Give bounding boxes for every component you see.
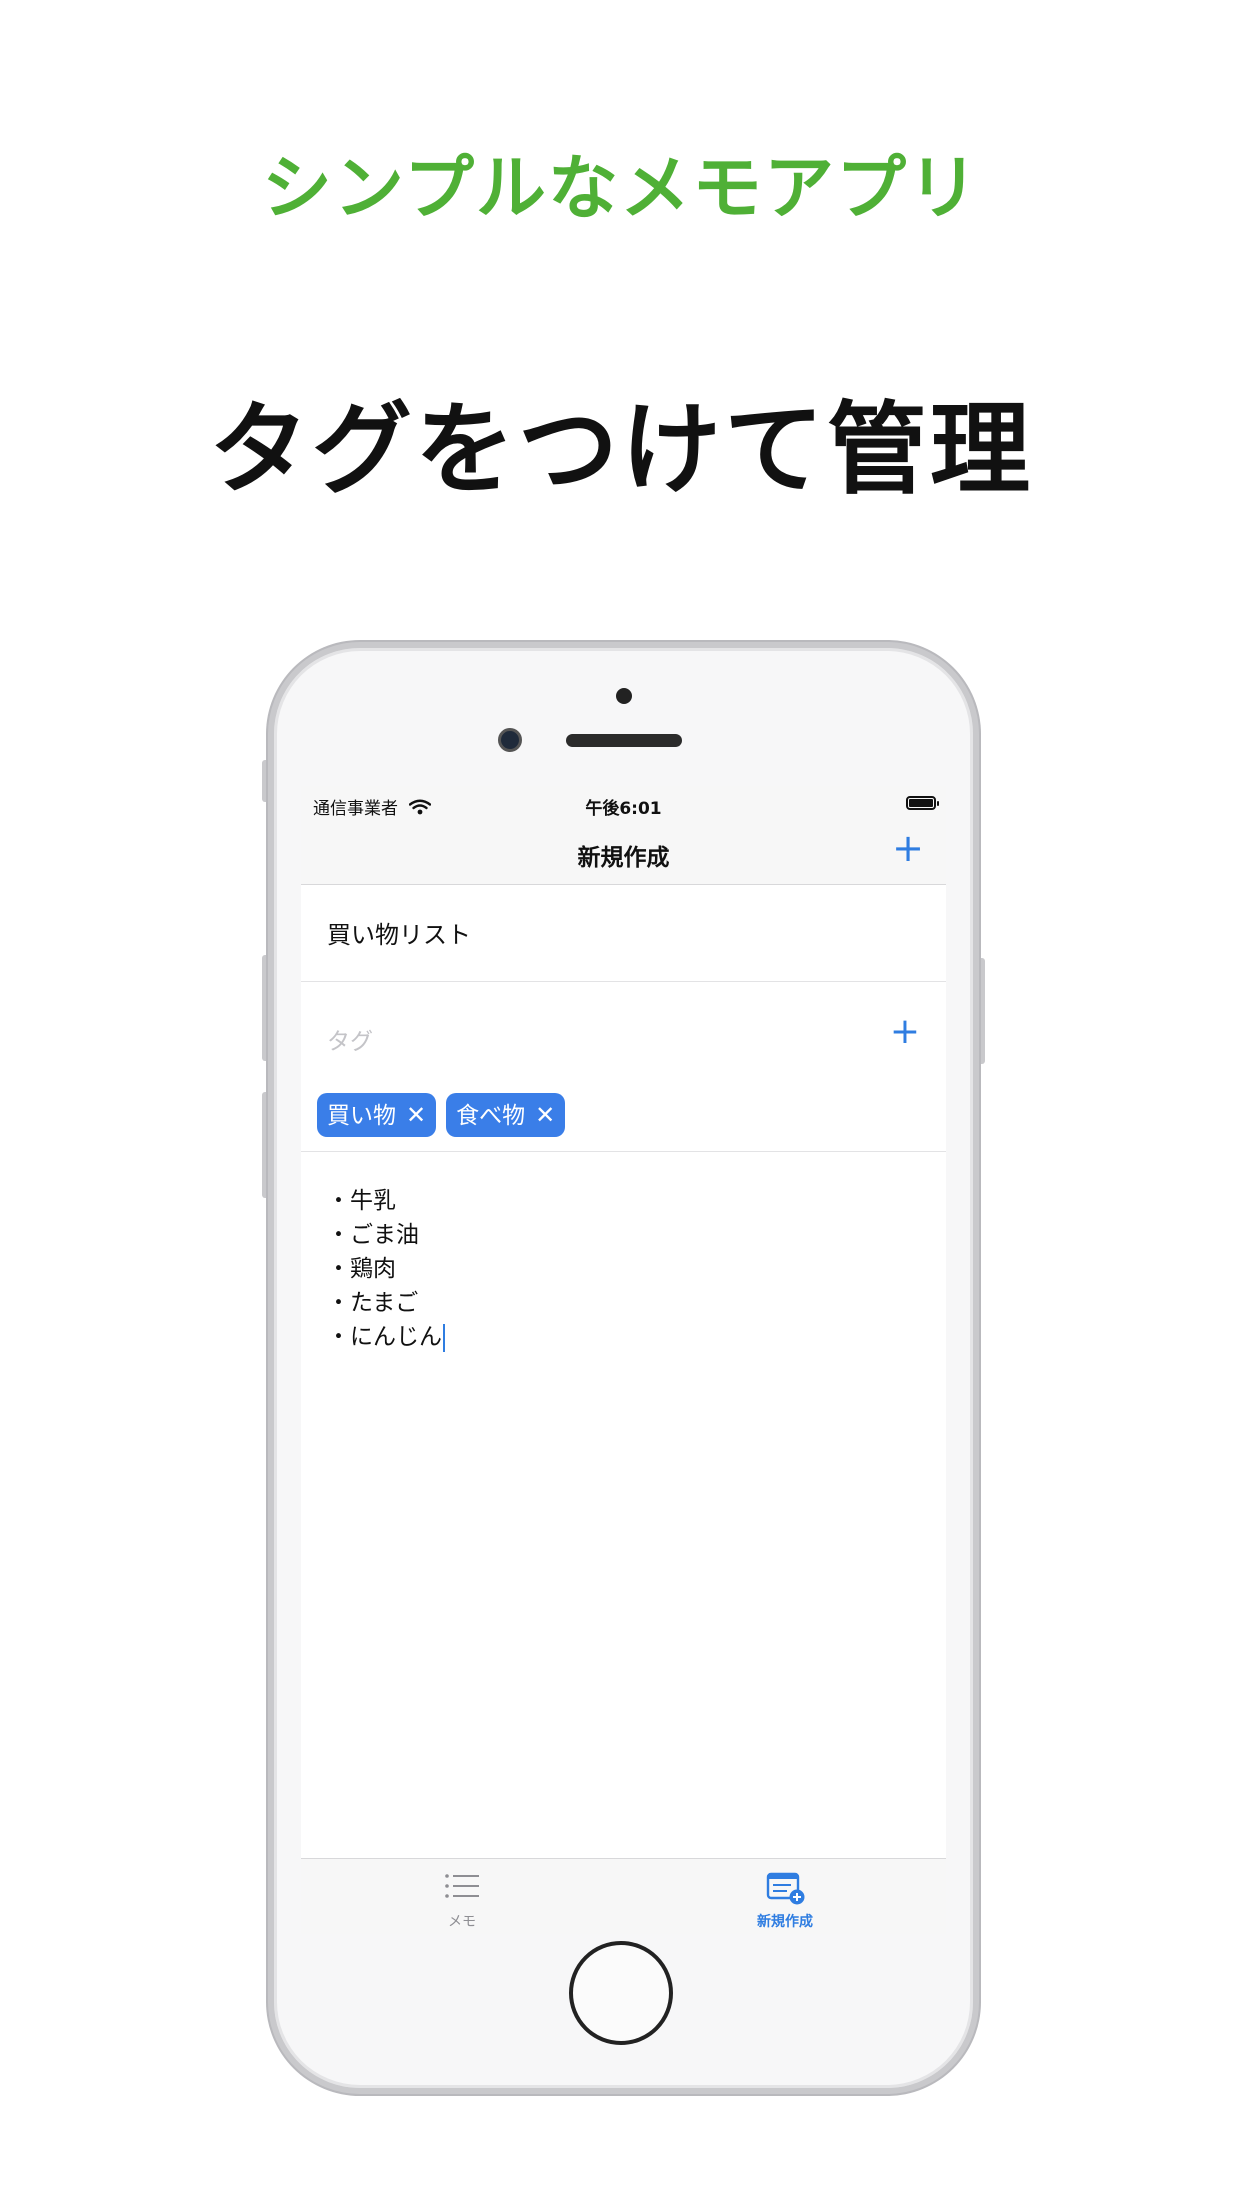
remove-tag-icon[interactable]: ✕ bbox=[535, 1093, 555, 1137]
text-cursor bbox=[443, 1323, 445, 1352]
memo-line: ・ごま油 bbox=[327, 1222, 419, 1248]
promo-subtitle: シンプルなメモアプリ bbox=[262, 147, 980, 229]
list-icon bbox=[443, 1871, 481, 1907]
tab-bar: メモ 新規作成 bbox=[301, 1858, 946, 1934]
memo-line: ・たまご bbox=[327, 1290, 419, 1316]
status-time: 午後6:01 bbox=[585, 799, 662, 819]
new-note-icon bbox=[766, 1871, 806, 1909]
tag-chip[interactable]: 買い物 ✕ bbox=[317, 1093, 437, 1137]
battery-icon bbox=[906, 796, 939, 810]
tag-chip-list: 買い物 ✕ 食べ物 ✕ bbox=[317, 1093, 575, 1137]
phone-screen: 通信事業者 午後6:01 新規作成 + 買い物リスト タグ + 買い物 ✕ 食べ物 ✕… bbox=[301, 786, 946, 1934]
earpiece-speaker bbox=[566, 734, 682, 747]
tag-chip[interactable]: 食べ物 ✕ bbox=[446, 1093, 566, 1137]
memo-title-text: 買い物リスト bbox=[327, 921, 471, 949]
plus-icon[interactable]: + bbox=[892, 828, 924, 868]
front-camera bbox=[498, 728, 522, 752]
status-bar: 通信事業者 午後6:01 bbox=[301, 786, 946, 822]
add-tag-icon[interactable]: + bbox=[890, 1012, 920, 1052]
memo-line-last: ・にんじん bbox=[327, 1320, 445, 1354]
tag-chip-label: 食べ物 bbox=[456, 1103, 526, 1129]
tag-section: タグ + 買い物 ✕ 食べ物 ✕ bbox=[301, 982, 946, 1152]
tab-memo[interactable]: メモ bbox=[301, 1859, 623, 1934]
memo-title-field[interactable]: 買い物リスト bbox=[301, 885, 946, 982]
tab-label: メモ bbox=[448, 1914, 476, 1930]
home-button[interactable] bbox=[569, 1941, 673, 2045]
tag-input[interactable]: タグ bbox=[327, 1022, 373, 1056]
tag-chip-label: 買い物 bbox=[327, 1103, 396, 1129]
remove-tag-icon[interactable]: ✕ bbox=[406, 1093, 426, 1137]
memo-line: ・鶏肉 bbox=[327, 1256, 396, 1282]
tab-new-note[interactable]: 新規作成 bbox=[624, 1859, 946, 1934]
proximity-sensor bbox=[616, 688, 632, 704]
nav-title: 新規作成 bbox=[577, 845, 670, 871]
tab-label: 新規作成 bbox=[757, 1914, 813, 1930]
memo-line: ・牛乳 bbox=[327, 1188, 396, 1214]
memo-body-textarea[interactable]: ・牛乳 ・ごま油 ・鶏肉 ・たまご ・にんじん bbox=[327, 1184, 445, 1354]
navigation-bar: 新規作成 + bbox=[301, 822, 946, 885]
memo-line-text: ・にんじん bbox=[327, 1324, 442, 1350]
promo-title: タグをつけて管理 bbox=[209, 391, 1033, 508]
